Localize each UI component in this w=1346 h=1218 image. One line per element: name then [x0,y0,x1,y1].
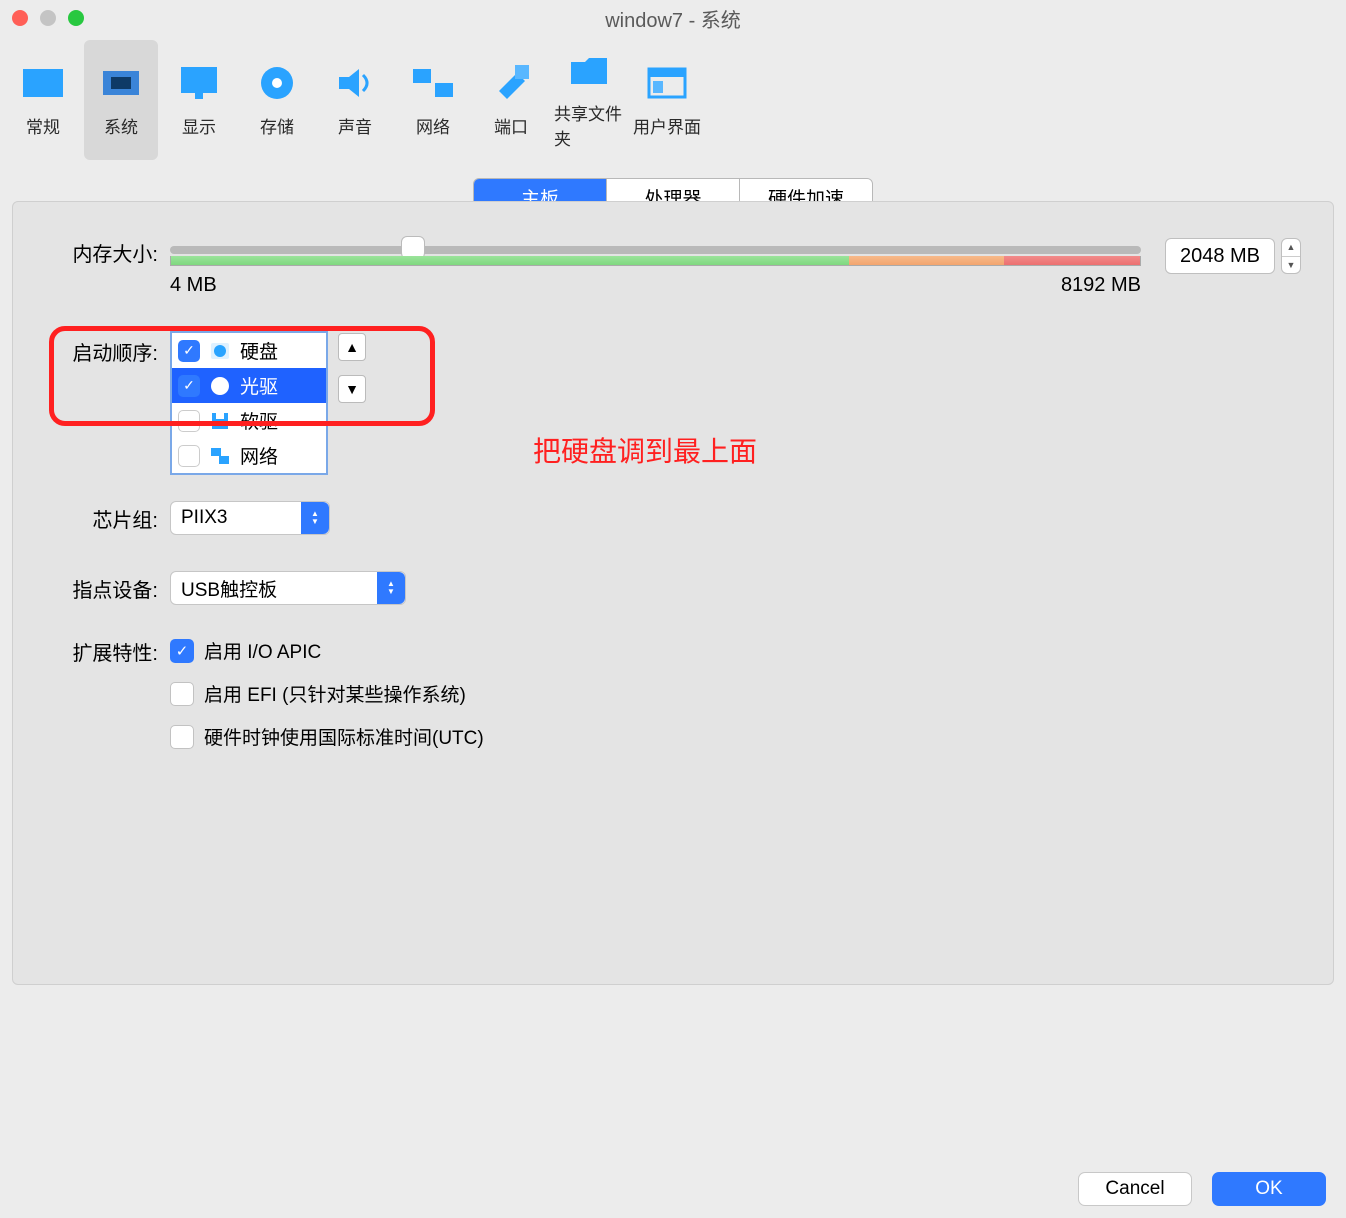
titlebar: window7 - 系统 [0,0,1346,36]
boot-item-label: 网络 [240,442,278,469]
extended-item-label: 硬件时钟使用国际标准时间(UTC) [204,723,484,750]
extended-item-label: 启用 EFI (只针对某些操作系统) [204,680,466,707]
boot-order-label: 启动顺序: [45,331,170,366]
toolbar-item-storage[interactable]: 存储 [240,40,314,160]
memory-row: 内存大小: 4 MB 8192 MB 2048 MB ▲ ▼ [45,238,1301,297]
extended-item-1[interactable]: 启用 EFI (只针对某些操作系统) [170,680,484,707]
ports-icon [487,59,535,107]
chipset-value: PIIX3 [181,507,227,529]
system-icon [97,59,145,107]
toolbar-label: 端口 [494,113,528,138]
motherboard-panel: 内存大小: 4 MB 8192 MB 2048 MB ▲ ▼ [12,201,1334,985]
ui-icon [643,59,691,107]
boot-checkbox[interactable] [178,410,200,432]
extended-label: 扩展特性: [45,637,170,666]
cancel-button[interactable]: Cancel [1078,1172,1192,1206]
toolbar-item-system[interactable]: 系统 [84,40,158,160]
extended-row: 扩展特性: ✓ 启用 I/O APIC 启用 EFI (只针对某些操作系统) 硬件时钟… [45,637,1301,766]
audio-icon [331,59,379,107]
toolbar-item-audio[interactable]: 声音 [318,40,392,160]
toolbar-item-ui[interactable]: 用户界面 [630,40,704,160]
window-title: window7 - 系统 [0,4,1346,33]
toolbar-label: 常规 [26,113,60,138]
toolbar-item-network[interactable]: 网络 [396,40,470,160]
boot-checkbox[interactable] [178,445,200,467]
checkbox[interactable]: ✓ [170,639,194,663]
boot-item-label: 软驱 [240,407,278,434]
boot-checkbox[interactable]: ✓ [178,340,200,362]
boot-item-label: 光驱 [240,372,278,399]
boot-item-optical[interactable]: ✓ 光驱 [172,368,326,403]
annotation-text: 把硬盘调到最上面 [533,430,757,470]
chipset-label: 芯片组: [45,504,170,533]
display-icon [175,59,223,107]
checkbox[interactable] [170,725,194,749]
toolbar-label: 网络 [416,113,450,138]
boot-item-hdd[interactable]: ✓ 硬盘 [172,333,326,368]
toolbar-item-display[interactable]: 显示 [162,40,236,160]
extended-list: ✓ 启用 I/O APIC 启用 EFI (只针对某些操作系统) 硬件时钟使用国际标准… [170,637,484,766]
chipset-select[interactable]: PIIX3 ▲▼ [170,501,330,535]
move-down-button[interactable]: ▼ [338,375,366,403]
extended-item-2[interactable]: 硬件时钟使用国际标准时间(UTC) [170,723,484,750]
memory-stepper[interactable]: ▲ ▼ [1281,238,1301,274]
extended-item-0[interactable]: ✓ 启用 I/O APIC [170,637,484,664]
boot-order-reorder: ▲ ▼ [338,333,366,403]
net-icon [208,444,232,468]
pointing-label: 指点设备: [45,574,170,603]
boot-item-net[interactable]: 网络 [172,438,326,473]
memory-max: 8192 MB [1061,274,1141,297]
memory-label: 内存大小: [45,238,170,267]
pointing-row: 指点设备: USB触控板 ▲▼ [45,571,1301,605]
extended-item-label: 启用 I/O APIC [204,637,321,664]
toolbar-label: 存储 [260,113,294,138]
toolbar-label: 显示 [182,113,216,138]
boot-checkbox[interactable]: ✓ [178,375,200,397]
toolbar-label: 用户界面 [633,113,701,138]
chipset-row: 芯片组: PIIX3 ▲▼ [45,501,1301,535]
traffic-lights [12,10,84,26]
memory-value-input[interactable]: 2048 MB [1165,238,1275,274]
floppy-icon [208,409,232,433]
network-icon [409,59,457,107]
memory-input-group: 2048 MB ▲ ▼ [1165,238,1301,274]
general-icon [19,59,67,107]
boot-item-label: 硬盘 [240,337,278,364]
close-button[interactable] [12,10,28,26]
toolbar: 常规 系统 显示 存储 声音 网络 端口 共享文件夹用户界面 [0,36,1346,160]
stepper-down-icon: ▼ [1282,257,1300,274]
select-caret-icon: ▲▼ [377,572,405,604]
pointing-value: USB触控板 [181,575,277,602]
move-up-button[interactable]: ▲ [338,333,366,361]
shared-icon [565,46,613,94]
memory-min: 4 MB [170,274,217,297]
ok-button[interactable]: OK [1212,1172,1326,1206]
checkbox[interactable] [170,682,194,706]
boot-item-floppy[interactable]: 软驱 [172,403,326,438]
minimize-button[interactable] [40,10,56,26]
slider-gradient [170,256,1141,266]
select-caret-icon: ▲▼ [301,502,329,534]
toolbar-item-general[interactable]: 常规 [6,40,80,160]
zoom-button[interactable] [68,10,84,26]
stepper-up-icon: ▲ [1282,239,1300,257]
pointing-select[interactable]: USB触控板 ▲▼ [170,571,406,605]
toolbar-item-ports[interactable]: 端口 [474,40,548,160]
toolbar-label: 声音 [338,113,372,138]
hdd-icon [208,339,232,363]
memory-slider[interactable]: 4 MB 8192 MB [170,238,1141,297]
storage-icon [253,59,301,107]
toolbar-label: 系统 [104,113,138,138]
dialog-buttons: Cancel OK [1078,1172,1326,1206]
toolbar-label: 共享文件夹 [554,100,624,150]
toolbar-item-shared[interactable]: 共享文件夹 [552,40,626,160]
boot-order-list[interactable]: ✓ 硬盘 ✓ 光驱软驱网络 [170,331,328,475]
optical-icon [208,374,232,398]
